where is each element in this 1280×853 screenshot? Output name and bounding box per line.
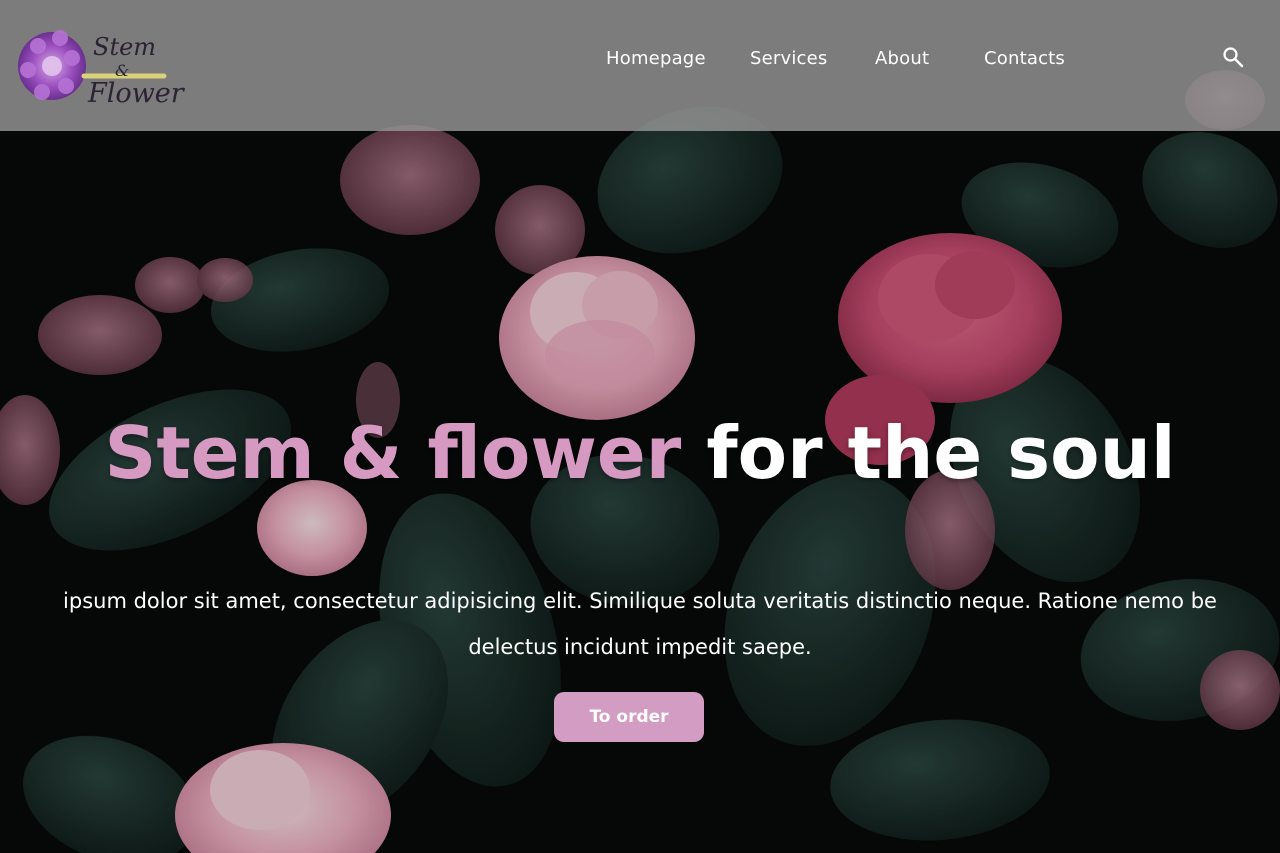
site-header: Stem & Flower Homepage Services About Co… [0, 0, 1280, 131]
nav-link-homepage[interactable]: Homepage [606, 48, 706, 69]
nav-link-about[interactable]: About [875, 48, 929, 69]
hero-title: Stem & flower for the soul [0, 403, 1280, 503]
search-button[interactable] [1221, 45, 1245, 69]
nav-link-contacts[interactable]: Contacts [984, 48, 1065, 69]
logo-text-flower: Flower [88, 78, 184, 109]
order-button[interactable]: To order [554, 692, 704, 742]
nav-link-services[interactable]: Services [750, 48, 828, 69]
search-icon [1223, 47, 1244, 68]
hero-title-accent: Stem & flower [104, 411, 682, 495]
hero-title-rest: for the soul [706, 411, 1176, 495]
hero-description-line-2: delectus incidunt impedit saepe. [468, 635, 812, 659]
main-nav: Homepage Services About Contacts [0, 48, 1280, 74]
hero-description-line-1: ipsum dolor sit amet, consectetur adipis… [63, 589, 1217, 613]
landing-page: Stem & Flower Homepage Services About Co… [0, 0, 1280, 853]
hero-description: ipsum dolor sit amet, consectetur adipis… [0, 578, 1280, 670]
